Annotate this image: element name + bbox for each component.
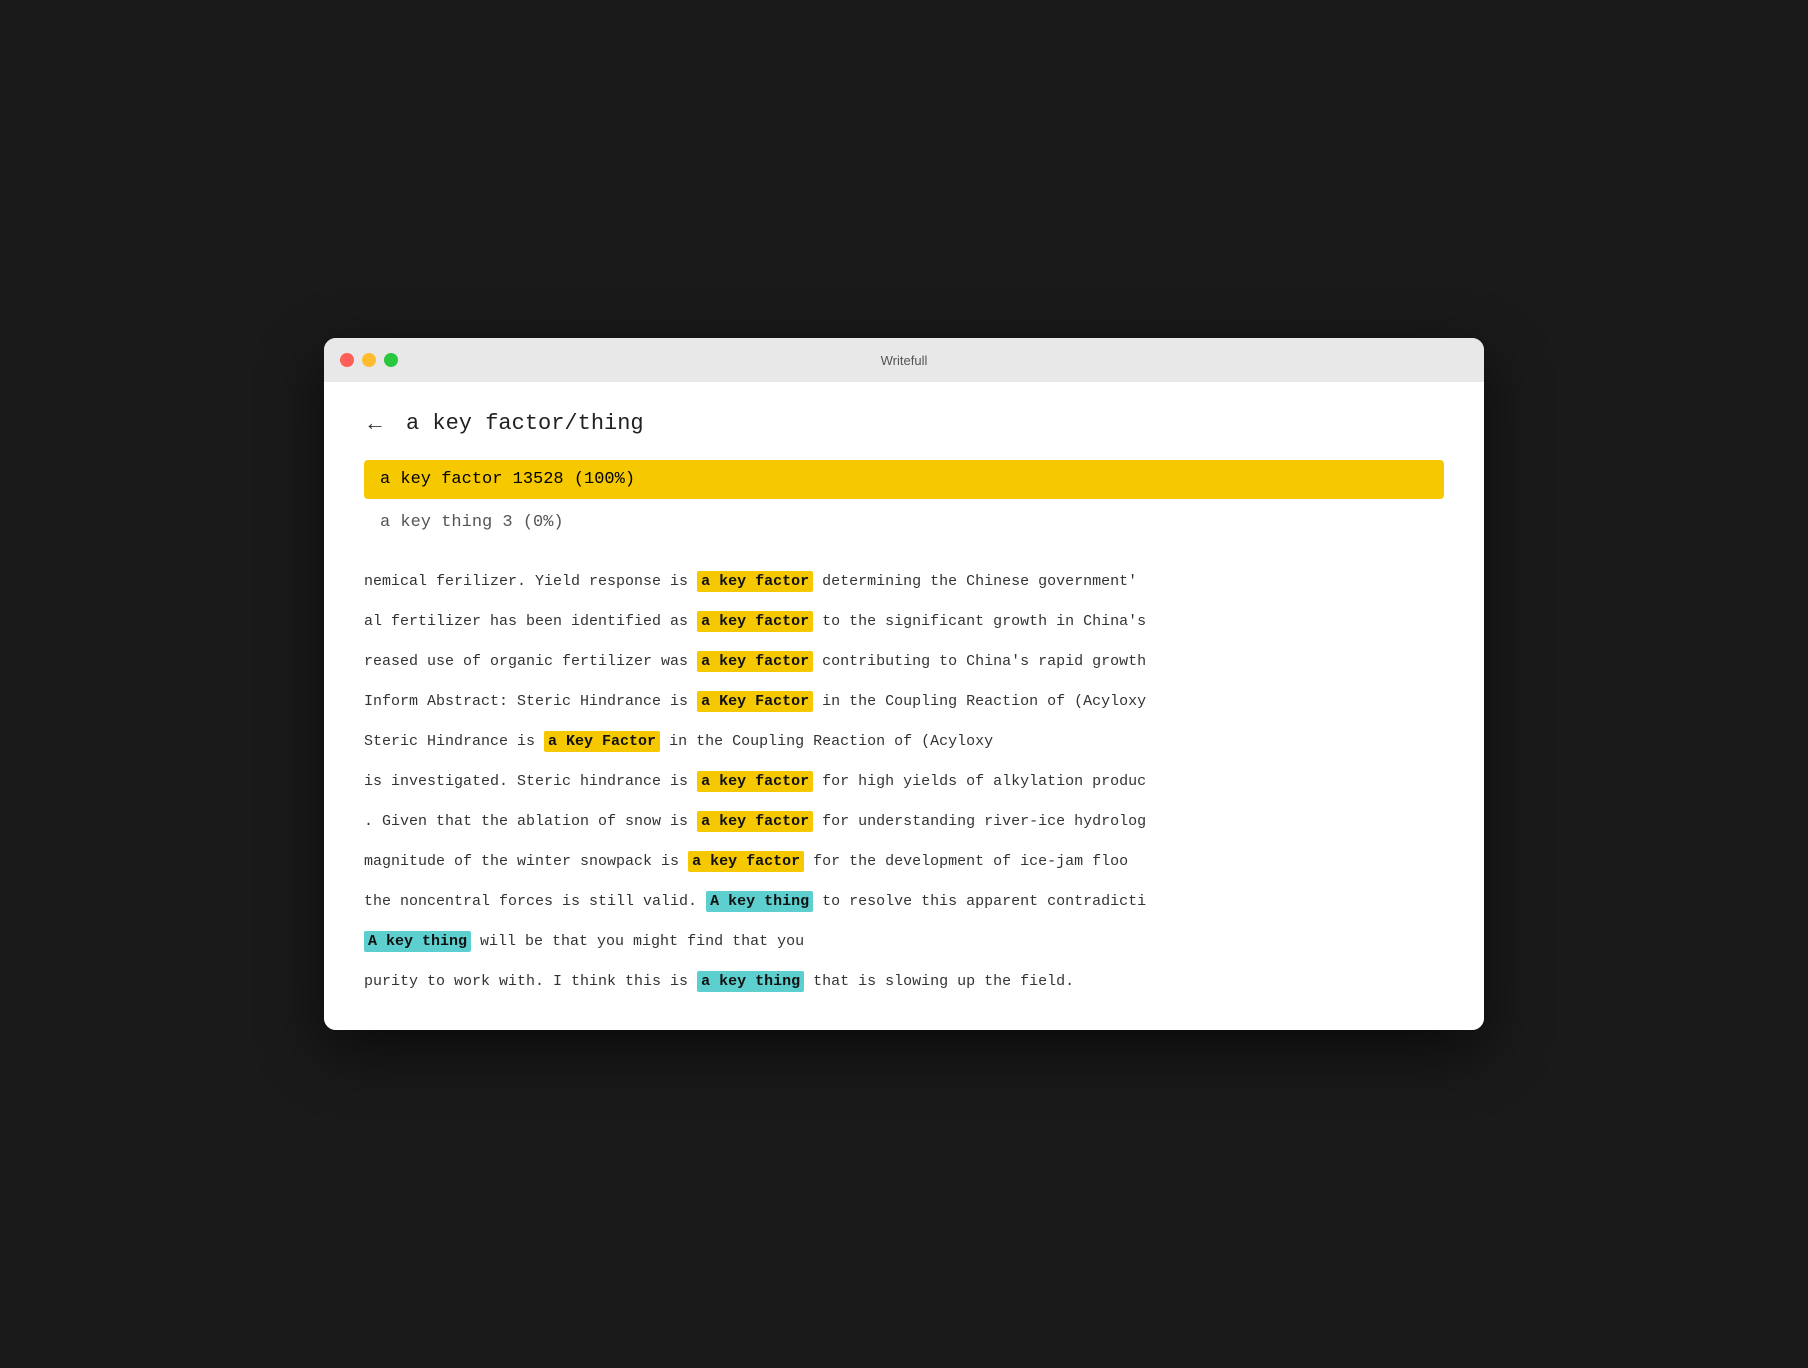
result-thing[interactable]: a key thing 3 (0%) xyxy=(364,503,1444,542)
concordance-lines: nemical ferilizer. Yield response is a k… xyxy=(364,562,1444,1002)
back-button[interactable]: ← xyxy=(364,410,386,436)
concordance-right: for the development of ice-jam floo xyxy=(804,853,1128,870)
concordance-line: the noncentral forces is still valid. A … xyxy=(364,882,1444,922)
concordance-highlight: a Key Factor xyxy=(544,731,660,752)
concordance-highlight: a key factor xyxy=(697,771,813,792)
concordance-line: . Given that the ablation of snow is a k… xyxy=(364,802,1444,842)
concordance-right: to resolve this apparent contradicti xyxy=(813,893,1146,910)
traffic-lights xyxy=(340,353,398,367)
concordance-line: A key thing will be that you might find … xyxy=(364,922,1444,962)
close-button[interactable] xyxy=(340,353,354,367)
minimize-button[interactable] xyxy=(362,353,376,367)
result-factor[interactable]: a key factor 13528 (100%) xyxy=(364,460,1444,499)
concordance-left: . Given that the ablation of snow is xyxy=(364,813,697,830)
concordance-right: for understanding river-ice hydrolog xyxy=(813,813,1146,830)
concordance-left: reased use of organic fertilizer was xyxy=(364,653,697,670)
concordance-left: Inform Abstract: Steric Hindrance is xyxy=(364,693,697,710)
concordance-highlight: A key thing xyxy=(706,891,813,912)
titlebar: Writefull xyxy=(324,338,1484,382)
concordance-line: reased use of organic fertilizer was a k… xyxy=(364,642,1444,682)
maximize-button[interactable] xyxy=(384,353,398,367)
concordance-highlight: a key factor xyxy=(697,611,813,632)
concordance-right: will be that you might find that you xyxy=(471,933,804,950)
main-content: ← a key factor/thing a key factor 13528 … xyxy=(324,382,1484,1030)
concordance-left: nemical ferilizer. Yield response is xyxy=(364,573,697,590)
concordance-line: Inform Abstract: Steric Hindrance is a K… xyxy=(364,682,1444,722)
page-header: ← a key factor/thing xyxy=(364,410,1444,436)
concordance-line: nemical ferilizer. Yield response is a k… xyxy=(364,562,1444,602)
concordance-right: contributing to China's rapid growth xyxy=(813,653,1146,670)
concordance-highlight: a key thing xyxy=(697,971,804,992)
concordance-right: to the significant growth in China's xyxy=(813,613,1146,630)
concordance-right: for high yields of alkylation produc xyxy=(813,773,1146,790)
concordance-left: purity to work with. I think this is xyxy=(364,973,697,990)
concordance-left: al fertilizer has been identified as xyxy=(364,613,697,630)
concordance-left: magnitude of the winter snowpack is xyxy=(364,853,688,870)
concordance-highlight: a key factor xyxy=(697,811,813,832)
concordance-left: Steric Hindrance is xyxy=(364,733,544,750)
concordance-right: determining the Chinese government' xyxy=(813,573,1137,590)
concordance-line: Steric Hindrance is a Key Factor in the … xyxy=(364,722,1444,762)
concordance-highlight: a Key Factor xyxy=(697,691,813,712)
concordance-left: the noncentral forces is still valid. xyxy=(364,893,706,910)
concordance-line: al fertilizer has been identified as a k… xyxy=(364,602,1444,642)
concordance-line: purity to work with. I think this is a k… xyxy=(364,962,1444,1002)
concordance-right: in the Coupling Reaction of (Acyloxy xyxy=(813,693,1146,710)
page-title: a key factor/thing xyxy=(406,411,644,436)
concordance-left: is investigated. Steric hindrance is xyxy=(364,773,697,790)
concordance-highlight: a key factor xyxy=(697,571,813,592)
concordance-right: that is slowing up the field. xyxy=(804,973,1074,990)
window-title: Writefull xyxy=(881,353,928,368)
concordance-right: in the Coupling Reaction of (Acyloxy xyxy=(660,733,993,750)
concordance-highlight: a key factor xyxy=(697,651,813,672)
concordance-line: is investigated. Steric hindrance is a k… xyxy=(364,762,1444,802)
concordance-highlight: A key thing xyxy=(364,931,471,952)
concordance-highlight: a key factor xyxy=(688,851,804,872)
app-window: Writefull ← a key factor/thing a key fac… xyxy=(324,338,1484,1030)
results-list: a key factor 13528 (100%) a key thing 3 … xyxy=(364,460,1444,542)
concordance-line: magnitude of the winter snowpack is a ke… xyxy=(364,842,1444,882)
